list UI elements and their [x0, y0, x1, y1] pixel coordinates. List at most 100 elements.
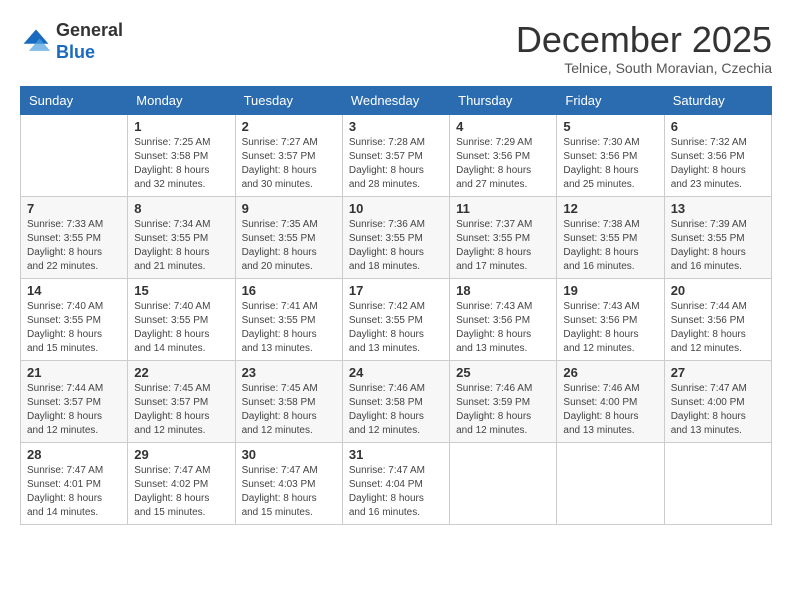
day-number: 18	[456, 283, 550, 298]
logo-text: General Blue	[56, 20, 123, 63]
day-info: Sunrise: 7:43 AMSunset: 3:56 PMDaylight:…	[563, 300, 657, 356]
day-info: Sunrise: 7:40 AMSunset: 3:55 PMDaylight:…	[134, 300, 228, 356]
day-info: Sunrise: 7:47 AMSunset: 4:00 PMDaylight:…	[671, 382, 765, 438]
day-info: Sunrise: 7:38 AMSunset: 3:55 PMDaylight:…	[563, 218, 657, 274]
calendar-cell: 29 Sunrise: 7:47 AMSunset: 4:02 PMDayligh…	[128, 442, 235, 524]
day-info: Sunrise: 7:47 AMSunset: 4:02 PMDaylight:…	[134, 464, 228, 520]
calendar-cell: 14 Sunrise: 7:40 AMSunset: 3:55 PMDayligh…	[21, 278, 128, 360]
day-number: 30	[242, 447, 336, 462]
day-number: 24	[349, 365, 443, 380]
calendar-week-1: 1 Sunrise: 7:25 AMSunset: 3:58 PMDaylight…	[21, 114, 772, 196]
day-info: Sunrise: 7:46 AMSunset: 4:00 PMDaylight:…	[563, 382, 657, 438]
calendar-table: SundayMondayTuesdayWednesdayThursdayFrid…	[20, 86, 772, 525]
calendar-cell: 30 Sunrise: 7:47 AMSunset: 4:03 PMDayligh…	[235, 442, 342, 524]
calendar-cell: 5Sunrise: 7:30 AMSunset: 3:56 PMDaylight…	[557, 114, 664, 196]
calendar-cell	[450, 442, 557, 524]
day-info: Sunrise: 7:47 AMSunset: 4:03 PMDaylight:…	[242, 464, 336, 520]
day-info: Sunrise: 7:46 AMSunset: 3:58 PMDaylight:…	[349, 382, 443, 438]
day-number: 20	[671, 283, 765, 298]
day-info: Sunrise: 7:44 AMSunset: 3:57 PMDaylight:…	[27, 382, 121, 438]
day-number: 13	[671, 201, 765, 216]
day-number: 16	[242, 283, 336, 298]
day-number: 10	[349, 201, 443, 216]
calendar-cell: 31 Sunrise: 7:47 AMSunset: 4:04 PMDayligh…	[342, 442, 449, 524]
logo-blue: Blue	[56, 42, 95, 62]
day-number: 25	[456, 365, 550, 380]
day-number: 28	[27, 447, 121, 462]
day-number: 11	[456, 201, 550, 216]
calendar-cell: 6 Sunrise: 7:32 AMSunset: 3:56 PMDaylight…	[664, 114, 771, 196]
day-info: Sunrise: 7:37 AMSunset: 3:55 PMDaylight:…	[456, 218, 550, 274]
weekday-header-sunday: Sunday	[21, 86, 128, 114]
day-info: Sunrise: 7:34 AMSunset: 3:55 PMDaylight:…	[134, 218, 228, 274]
calendar-week-3: 14 Sunrise: 7:40 AMSunset: 3:55 PMDayligh…	[21, 278, 772, 360]
calendar-cell	[557, 442, 664, 524]
day-number: 6	[671, 119, 765, 134]
calendar-cell: 22 Sunrise: 7:45 AMSunset: 3:57 PMDayligh…	[128, 360, 235, 442]
calendar-cell: 26 Sunrise: 7:46 AMSunset: 4:00 PMDayligh…	[557, 360, 664, 442]
day-info: Sunrise: 7:33 AMSunset: 3:55 PMDaylight:…	[27, 218, 121, 274]
day-info: Sunrise: 7:29 AMSunset: 3:56 PMDaylight:…	[456, 136, 550, 192]
day-number: 17	[349, 283, 443, 298]
weekday-header-tuesday: Tuesday	[235, 86, 342, 114]
calendar-cell: 7 Sunrise: 7:33 AMSunset: 3:55 PMDaylight…	[21, 196, 128, 278]
day-number: 14	[27, 283, 121, 298]
logo: General Blue	[20, 20, 123, 63]
logo-general: General	[56, 20, 123, 40]
day-number: 31	[349, 447, 443, 462]
calendar-cell	[21, 114, 128, 196]
calendar-cell: 11 Sunrise: 7:37 AMSunset: 3:55 PMDayligh…	[450, 196, 557, 278]
day-info: Sunrise: 7:41 AMSunset: 3:55 PMDaylight:…	[242, 300, 336, 356]
day-number: 12	[563, 201, 657, 216]
calendar-cell	[664, 442, 771, 524]
day-info: Sunrise: 7:47 AMSunset: 4:01 PMDaylight:…	[27, 464, 121, 520]
day-info: Sunrise: 7:47 AMSunset: 4:04 PMDaylight:…	[349, 464, 443, 520]
day-info: Sunrise: 7:46 AMSunset: 3:59 PMDaylight:…	[456, 382, 550, 438]
day-info: Sunrise: 7:30 AMSunset: 3:56 PMDaylight:…	[563, 136, 657, 192]
logo-icon	[20, 26, 52, 58]
calendar-cell: 27 Sunrise: 7:47 AMSunset: 4:00 PMDayligh…	[664, 360, 771, 442]
calendar-cell: 23Sunrise: 7:45 AMSunset: 3:58 PMDayligh…	[235, 360, 342, 442]
page-header: General Blue December 2025 Telnice, Sout…	[20, 20, 772, 76]
day-number: 23	[242, 365, 336, 380]
day-number: 26	[563, 365, 657, 380]
calendar-cell: 20Sunrise: 7:44 AMSunset: 3:56 PMDayligh…	[664, 278, 771, 360]
month-title: December 2025	[516, 20, 772, 60]
calendar-cell: 9Sunrise: 7:35 AMSunset: 3:55 PMDaylight…	[235, 196, 342, 278]
day-number: 8	[134, 201, 228, 216]
calendar-week-5: 28 Sunrise: 7:47 AMSunset: 4:01 PMDayligh…	[21, 442, 772, 524]
day-info: Sunrise: 7:32 AMSunset: 3:56 PMDaylight:…	[671, 136, 765, 192]
calendar-cell: 28 Sunrise: 7:47 AMSunset: 4:01 PMDayligh…	[21, 442, 128, 524]
calendar-cell: 10Sunrise: 7:36 AMSunset: 3:55 PMDayligh…	[342, 196, 449, 278]
weekday-header-saturday: Saturday	[664, 86, 771, 114]
calendar-week-4: 21 Sunrise: 7:44 AMSunset: 3:57 PMDayligh…	[21, 360, 772, 442]
weekday-header-monday: Monday	[128, 86, 235, 114]
weekday-header-wednesday: Wednesday	[342, 86, 449, 114]
calendar-cell: 12 Sunrise: 7:38 AMSunset: 3:55 PMDayligh…	[557, 196, 664, 278]
calendar-cell: 4Sunrise: 7:29 AMSunset: 3:56 PMDaylight…	[450, 114, 557, 196]
calendar-cell: 13Sunrise: 7:39 AMSunset: 3:55 PMDayligh…	[664, 196, 771, 278]
day-number: 27	[671, 365, 765, 380]
day-number: 21	[27, 365, 121, 380]
day-info: Sunrise: 7:40 AMSunset: 3:55 PMDaylight:…	[27, 300, 121, 356]
day-info: Sunrise: 7:45 AMSunset: 3:57 PMDaylight:…	[134, 382, 228, 438]
day-info: Sunrise: 7:28 AMSunset: 3:57 PMDaylight:…	[349, 136, 443, 192]
calendar-week-2: 7 Sunrise: 7:33 AMSunset: 3:55 PMDaylight…	[21, 196, 772, 278]
calendar-cell: 19 Sunrise: 7:43 AMSunset: 3:56 PMDayligh…	[557, 278, 664, 360]
day-number: 1	[134, 119, 228, 134]
day-number: 15	[134, 283, 228, 298]
day-info: Sunrise: 7:43 AMSunset: 3:56 PMDaylight:…	[456, 300, 550, 356]
calendar-cell: 8 Sunrise: 7:34 AMSunset: 3:55 PMDaylight…	[128, 196, 235, 278]
day-number: 29	[134, 447, 228, 462]
calendar-cell: 25 Sunrise: 7:46 AMSunset: 3:59 PMDayligh…	[450, 360, 557, 442]
title-block: December 2025 Telnice, South Moravian, C…	[516, 20, 772, 76]
calendar-header-row: SundayMondayTuesdayWednesdayThursdayFrid…	[21, 86, 772, 114]
calendar-cell: 17 Sunrise: 7:42 AMSunset: 3:55 PMDayligh…	[342, 278, 449, 360]
calendar-cell: 1 Sunrise: 7:25 AMSunset: 3:58 PMDaylight…	[128, 114, 235, 196]
calendar-cell: 2Sunrise: 7:27 AMSunset: 3:57 PMDaylight…	[235, 114, 342, 196]
day-number: 19	[563, 283, 657, 298]
day-number: 22	[134, 365, 228, 380]
day-number: 7	[27, 201, 121, 216]
day-info: Sunrise: 7:42 AMSunset: 3:55 PMDaylight:…	[349, 300, 443, 356]
day-info: Sunrise: 7:25 AMSunset: 3:58 PMDaylight:…	[134, 136, 228, 192]
